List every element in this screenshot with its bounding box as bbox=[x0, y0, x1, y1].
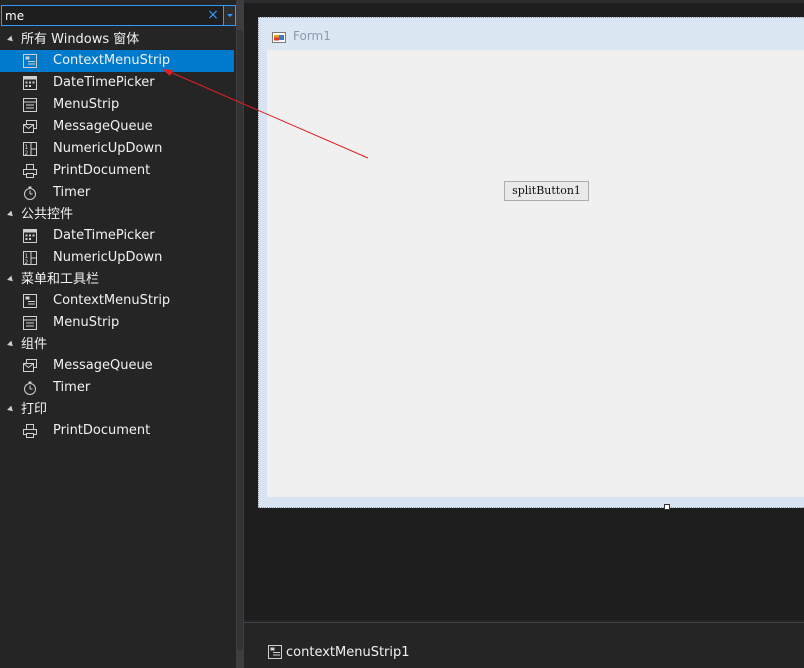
timer-icon bbox=[24, 381, 36, 395]
toolbox-item-label: ContextMenuStrip bbox=[53, 53, 171, 68]
toolbox-item[interactable]: MessageQueue bbox=[0, 116, 236, 138]
toolbox-category[interactable]: 菜单和工具栏 bbox=[0, 269, 236, 290]
toolbox-category[interactable]: 所有 Windows 窗体 bbox=[0, 29, 236, 50]
form-resize-handle[interactable] bbox=[664, 504, 670, 510]
toolbox-item-label: PrintDocument bbox=[53, 423, 151, 438]
toolbox-search-input[interactable] bbox=[5, 7, 205, 24]
component-tray: contextMenuStrip1 bbox=[244, 622, 804, 668]
toolbox-item[interactable]: DateTimePicker bbox=[0, 225, 236, 247]
visual-studio-designer-window: × 所有 Windows 窗体 ContextMenuStrip DateTimeP… bbox=[0, 0, 804, 668]
print-document-icon bbox=[23, 424, 37, 438]
toolbox-item-label: Timer bbox=[53, 380, 91, 395]
category-label: 公共控件 bbox=[21, 207, 74, 222]
print-document-icon bbox=[23, 164, 37, 178]
message-queue-icon bbox=[23, 359, 37, 372]
toolbox-item-label: PrintDocument bbox=[53, 163, 151, 178]
category-label: 所有 Windows 窗体 bbox=[21, 32, 140, 47]
toolbox-item[interactable]: MessageQueue bbox=[0, 355, 236, 377]
toolbox-item-label: MenuStrip bbox=[53, 97, 120, 112]
svg-text:2: 2 bbox=[25, 259, 29, 265]
clear-search-icon[interactable]: × bbox=[206, 7, 220, 23]
tray-component-label: contextMenuStrip1 bbox=[286, 645, 410, 660]
toolbox-item[interactable]: 1 2 NumericUpDown bbox=[0, 247, 236, 269]
split-button-control[interactable]: splitButton1 bbox=[504, 181, 589, 201]
toolbox-item-label: MessageQueue bbox=[53, 119, 153, 134]
toolbox-item-label: MenuStrip bbox=[53, 315, 120, 330]
toolbox-item-label: Timer bbox=[53, 185, 91, 200]
context-menu-strip-icon bbox=[23, 54, 37, 68]
toolbox-tree: 所有 Windows 窗体 ContextMenuStrip DateTimePic… bbox=[0, 29, 236, 442]
numeric-updown-icon: 12 bbox=[23, 142, 37, 156]
toolbox-category[interactable]: 公共控件 bbox=[0, 204, 236, 225]
toolbox-category[interactable]: 打印 bbox=[0, 399, 236, 420]
toolbox-search-box[interactable]: × bbox=[1, 5, 224, 26]
menu-strip-icon bbox=[23, 98, 37, 112]
form-designer-surface[interactable]: Form1 splitButton1 bbox=[244, 0, 804, 620]
toolbox-scrollbar[interactable] bbox=[236, 0, 244, 668]
form-client-area[interactable]: splitButton1 bbox=[267, 50, 804, 497]
toolbox-item[interactable]: DateTimePicker bbox=[0, 72, 236, 94]
tray-component-context-menu-strip[interactable]: contextMenuStrip1 bbox=[268, 643, 410, 663]
timer-icon bbox=[24, 186, 36, 200]
toolbox-scrollbar-thumb[interactable] bbox=[237, 30, 243, 650]
context-menu-strip-icon bbox=[268, 645, 282, 659]
expand-triangle-icon[interactable] bbox=[7, 35, 15, 44]
form-app-icon bbox=[272, 32, 286, 43]
toolbox-item-label: DateTimePicker bbox=[53, 228, 155, 243]
category-label: 组件 bbox=[21, 337, 48, 352]
toolbox-item[interactable]: 1 2 NumericUpDown bbox=[0, 138, 236, 160]
toolbox-item-label: NumericUpDown bbox=[53, 250, 163, 265]
toolbox-item[interactable]: Timer bbox=[0, 182, 236, 204]
toolbox-item[interactable]: ContextMenuStrip bbox=[0, 50, 234, 72]
menu-strip-icon bbox=[23, 316, 37, 330]
expand-triangle-icon[interactable] bbox=[7, 275, 15, 284]
toolbox-item[interactable]: ContextMenuStrip bbox=[0, 290, 236, 312]
context-menu-strip-icon bbox=[23, 294, 37, 308]
form-title: Form1 bbox=[293, 29, 331, 43]
form-titlebar: Form1 bbox=[263, 22, 804, 50]
toolbox-item[interactable]: Timer bbox=[0, 377, 236, 399]
toolbox-item[interactable]: MenuStrip bbox=[0, 94, 236, 116]
date-time-picker-icon bbox=[23, 76, 37, 90]
category-label: 菜单和工具栏 bbox=[21, 272, 100, 287]
svg-text:2: 2 bbox=[25, 150, 29, 156]
date-time-picker-icon bbox=[23, 229, 37, 243]
expand-triangle-icon[interactable] bbox=[7, 210, 15, 219]
toolbox-item[interactable]: MenuStrip bbox=[0, 312, 236, 334]
designer-top-strip bbox=[244, 0, 804, 3]
form1-design-frame[interactable]: Form1 splitButton1 bbox=[258, 17, 804, 508]
category-label: 打印 bbox=[21, 402, 48, 417]
toolbox-panel: × 所有 Windows 窗体 ContextMenuStrip DateTimeP… bbox=[0, 0, 236, 668]
expand-triangle-icon[interactable] bbox=[7, 340, 15, 349]
toolbox-item-label: ContextMenuStrip bbox=[53, 293, 171, 308]
toolbox-item-label: MessageQueue bbox=[53, 358, 153, 373]
toolbox-item[interactable]: PrintDocument bbox=[0, 160, 236, 182]
message-queue-icon bbox=[23, 120, 37, 133]
numeric-updown-icon: 12 bbox=[23, 251, 37, 265]
toolbox-item-label: NumericUpDown bbox=[53, 141, 163, 156]
search-options-dropdown[interactable] bbox=[224, 5, 236, 26]
toolbox-item[interactable]: PrintDocument bbox=[0, 420, 236, 442]
toolbox-category[interactable]: 组件 bbox=[0, 334, 236, 355]
toolbox-item-label: DateTimePicker bbox=[53, 75, 155, 90]
expand-triangle-icon[interactable] bbox=[7, 405, 15, 414]
